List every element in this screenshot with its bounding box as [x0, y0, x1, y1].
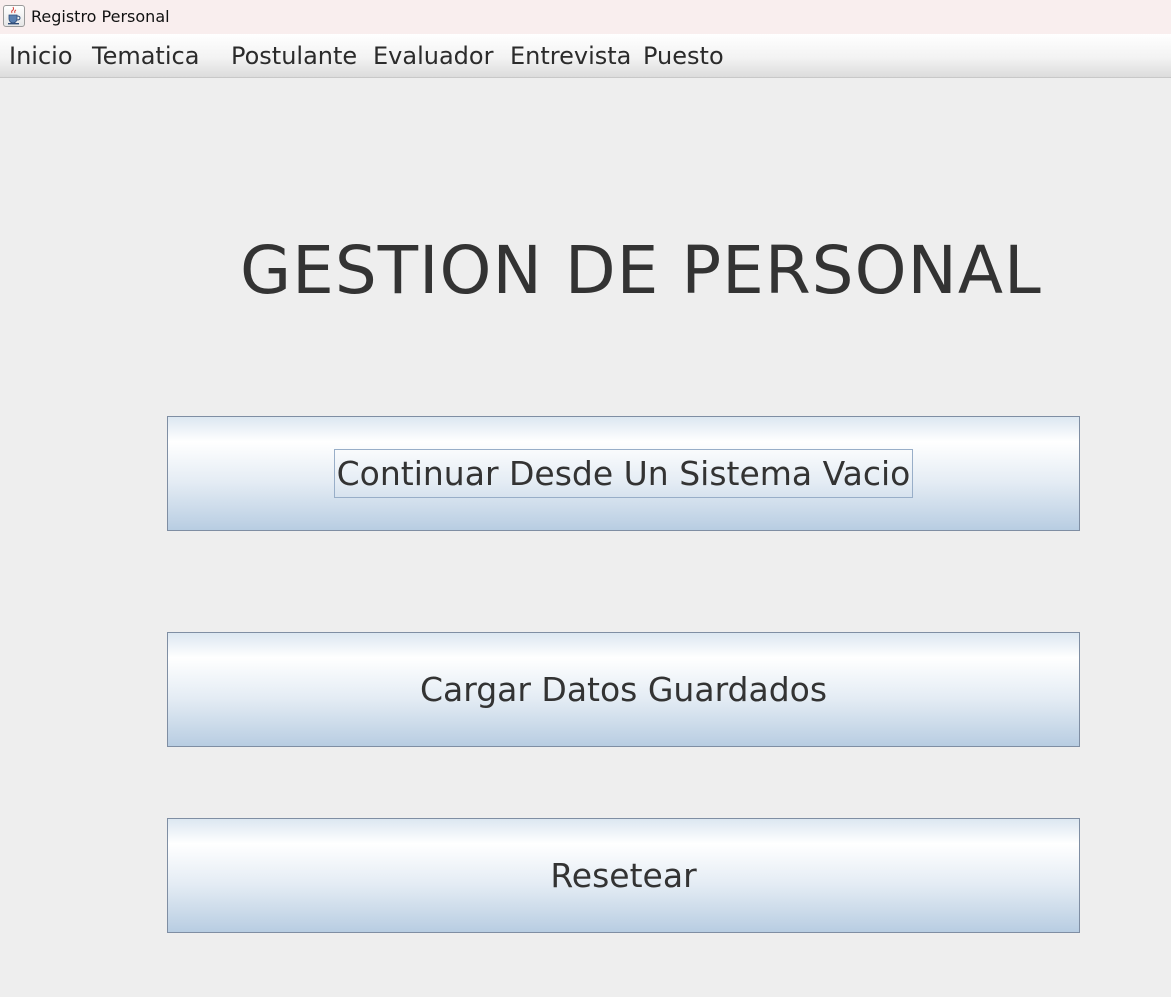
- menu-puesto[interactable]: Puesto: [643, 42, 724, 70]
- java-cup-icon[interactable]: [3, 5, 25, 27]
- application-window: Registro Personal Inicio Tematica Postul…: [0, 0, 1171, 997]
- menu-evaluador[interactable]: Evaluador: [373, 42, 493, 70]
- window-title: Registro Personal: [31, 7, 170, 26]
- continue-empty-system-label: Continuar Desde Un Sistema Vacio: [333, 449, 914, 498]
- menu-entrevista[interactable]: Entrevista: [510, 42, 631, 70]
- menu-inicio[interactable]: Inicio: [9, 42, 73, 70]
- menu-tematica[interactable]: Tematica: [92, 42, 199, 70]
- reset-button[interactable]: Resetear: [167, 818, 1080, 933]
- continue-empty-system-button[interactable]: Continuar Desde Un Sistema Vacio: [167, 416, 1080, 531]
- reset-label: Resetear: [550, 856, 697, 895]
- load-saved-data-button[interactable]: Cargar Datos Guardados: [167, 632, 1080, 747]
- title-bar[interactable]: Registro Personal: [0, 0, 1171, 34]
- page-title: GESTION DE PERSONAL: [240, 232, 1042, 309]
- menu-postulante[interactable]: Postulante: [231, 42, 357, 70]
- menu-bar: Inicio Tematica Postulante Evaluador Ent…: [0, 34, 1171, 78]
- load-saved-data-label: Cargar Datos Guardados: [419, 670, 828, 709]
